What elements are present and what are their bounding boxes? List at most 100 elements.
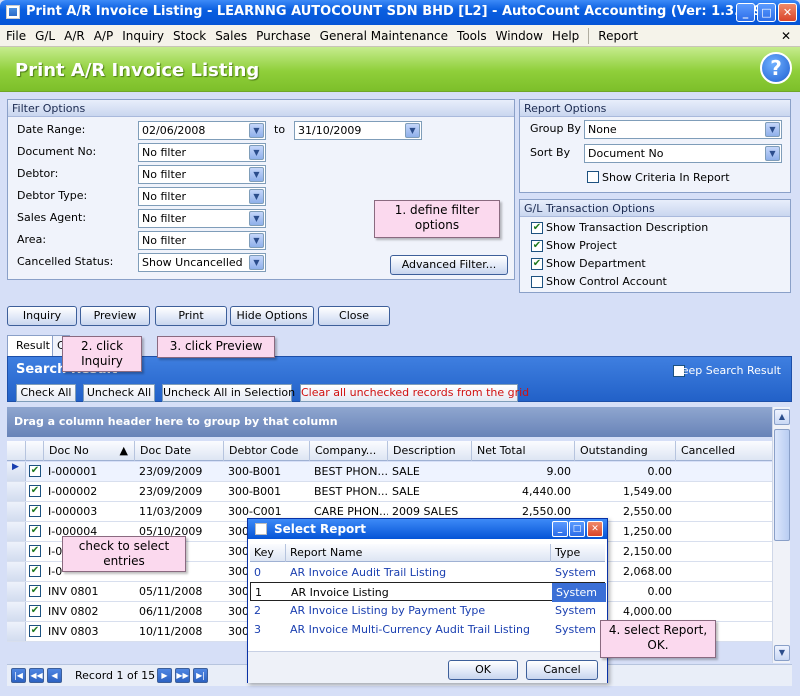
sort-by-label: Sort By [530, 146, 571, 159]
note-select-report: 4. select Report, OK. [600, 620, 716, 658]
inquiry-button[interactable]: Inquiry [7, 306, 77, 326]
show-criteria-checkbox[interactable] [587, 171, 599, 183]
first-record-icon[interactable]: |◀ [11, 668, 26, 683]
row-checkbox[interactable]: ✔ [29, 565, 41, 577]
menu-inquiry[interactable]: Inquiry [122, 29, 164, 43]
column-cancelled[interactable]: Cancelled [676, 441, 772, 461]
row-checkbox[interactable]: ✔ [29, 485, 41, 497]
dialog-minimize-button[interactable]: _ [552, 521, 568, 537]
row-checkbox[interactable]: ✔ [29, 525, 41, 537]
hide-options-button[interactable]: Hide Options [230, 306, 314, 326]
row-checkbox[interactable]: ✔ [29, 545, 41, 557]
table-row[interactable]: ✔ I-000002 23/09/2009 300-B001 BEST PHON... S… [7, 482, 772, 502]
print-button[interactable]: Print [155, 306, 227, 326]
uncheck-all-button[interactable]: Uncheck All [83, 384, 155, 402]
row-checkbox[interactable]: ✔ [29, 585, 41, 597]
dialog-maximize-button[interactable]: □ [569, 521, 585, 537]
menu-report[interactable]: Report [598, 29, 638, 43]
scroll-up-icon[interactable]: ▲ [774, 409, 790, 425]
report-icon [255, 523, 267, 535]
area-filter[interactable]: No filter ▼ [138, 231, 266, 250]
close-child-icon[interactable]: ✕ [778, 28, 794, 44]
menu-gl[interactable]: G/L [35, 29, 55, 43]
report-list-item[interactable]: 3 AR Invoice Multi-Currency Audit Trail L… [250, 620, 605, 639]
menu-stock[interactable]: Stock [173, 29, 206, 43]
column-doc-no[interactable]: Doc No ▲ [44, 441, 135, 461]
row-checkbox[interactable]: ✔ [29, 605, 41, 617]
close-window-button[interactable]: ✕ [778, 3, 797, 22]
previous-page-icon[interactable]: ◀◀ [29, 668, 44, 683]
row-selector[interactable] [7, 522, 26, 541]
menu-file[interactable]: File [6, 29, 26, 43]
menu-ap[interactable]: A/P [94, 29, 114, 43]
row-selector[interactable] [7, 542, 26, 561]
column-outstanding[interactable]: Outstanding [575, 441, 676, 461]
scroll-thumb[interactable] [774, 429, 790, 541]
ok-button[interactable]: OK [448, 660, 518, 680]
dialog-close-button[interactable]: ✕ [587, 521, 603, 537]
report-list-item[interactable]: 1 AR Invoice Listing System [250, 582, 606, 602]
menu-purchase[interactable]: Purchase [256, 29, 311, 43]
row-selector[interactable] [7, 482, 26, 501]
preview-button[interactable]: Preview [80, 306, 150, 326]
sales-agent-filter[interactable]: No filter ▼ [138, 209, 266, 228]
help-icon[interactable]: ? [760, 52, 792, 84]
column-type[interactable]: Type [551, 544, 605, 562]
scroll-down-icon[interactable]: ▼ [774, 645, 790, 661]
show-department-checkbox[interactable]: ✔ [531, 258, 543, 270]
column-report-name[interactable]: Report Name [286, 544, 551, 562]
show-project-checkbox[interactable]: ✔ [531, 240, 543, 252]
menu-tools[interactable]: Tools [457, 29, 487, 43]
menu-sales[interactable]: Sales [215, 29, 247, 43]
row-checkbox[interactable]: ✔ [29, 505, 41, 517]
cancelled-status-select[interactable]: Show Uncancelled ▼ [138, 253, 266, 272]
uncheck-all-in-selection-button[interactable]: Uncheck All in Selection [162, 384, 295, 402]
debtor-filter[interactable]: No filter ▼ [138, 165, 266, 184]
cancel-button[interactable]: Cancel [526, 660, 598, 680]
menu-ar[interactable]: A/R [64, 29, 85, 43]
clear-unchecked-button[interactable]: Clear all unchecked records from the gri… [300, 384, 529, 402]
debtor-type-filter[interactable]: No filter ▼ [138, 187, 266, 206]
table-row[interactable]: ▶ ✔ I-000001 23/09/2009 300-B001 BEST PHON...… [7, 462, 772, 482]
minimize-button[interactable]: _ [736, 3, 755, 22]
menu-general-maintenance[interactable]: General Maintenance [320, 29, 448, 43]
document-no-filter[interactable]: No filter ▼ [138, 143, 266, 162]
column-debtor-code[interactable]: Debtor Code [224, 441, 310, 461]
column-description[interactable]: Description [388, 441, 472, 461]
previous-record-icon[interactable]: ◀ [47, 668, 62, 683]
row-checkbox[interactable]: ✔ [29, 465, 41, 477]
check-all-button[interactable]: Check All [16, 384, 76, 402]
sort-by-select[interactable]: Document No ▼ [584, 144, 782, 163]
group-by-select[interactable]: None ▼ [584, 120, 782, 139]
row-checkbox[interactable]: ✔ [29, 625, 41, 637]
row-selector[interactable] [7, 602, 26, 621]
next-record-icon[interactable]: ▶ [157, 668, 172, 683]
row-selector[interactable] [7, 562, 26, 581]
row-selector[interactable]: ▶ [7, 462, 26, 481]
advanced-filter-button[interactable]: Advanced Filter... [390, 255, 508, 275]
date-from-picker[interactable]: 02/06/2008 ▼ [138, 121, 266, 140]
column-key[interactable]: Key [250, 544, 286, 562]
menu-help[interactable]: Help [552, 29, 579, 43]
group-by-drop-area[interactable]: Drag a column header here to group by th… [7, 407, 772, 437]
show-control-account-checkbox[interactable] [531, 276, 543, 288]
close-button[interactable]: Close [318, 306, 390, 326]
note-check-entries: check to select entries [62, 536, 186, 572]
area-label: Area: [17, 233, 47, 246]
column-doc-date[interactable]: Doc Date [135, 441, 224, 461]
row-selector[interactable] [7, 502, 26, 521]
menu-window[interactable]: Window [496, 29, 543, 43]
maximize-button[interactable]: □ [757, 3, 776, 22]
last-record-icon[interactable]: ▶| [193, 668, 208, 683]
table-cell: BEST PHON... [314, 465, 388, 478]
column-net-total[interactable]: Net Total [472, 441, 575, 461]
row-selector[interactable] [7, 582, 26, 601]
column-company[interactable]: Company... [310, 441, 388, 461]
date-to-picker[interactable]: 31/10/2009 ▼ [294, 121, 422, 140]
report-list-item[interactable]: 0 AR Invoice Audit Trail Listing System [250, 563, 605, 582]
next-page-icon[interactable]: ▶▶ [175, 668, 190, 683]
report-list-item[interactable]: 2 AR Invoice Listing by Payment Type Syste… [250, 601, 605, 620]
show-transaction-description-checkbox[interactable]: ✔ [531, 222, 543, 234]
row-selector[interactable] [7, 622, 26, 641]
vertical-scrollbar[interactable]: ▲ ▼ [772, 407, 790, 663]
